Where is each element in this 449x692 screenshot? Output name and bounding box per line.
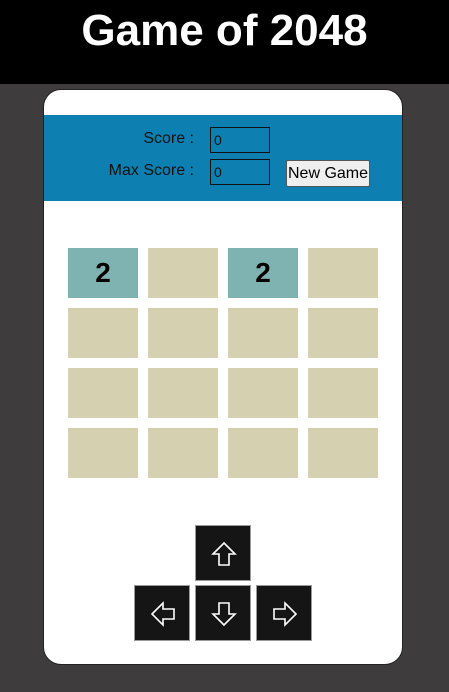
move-left-button[interactable] (134, 585, 190, 641)
score-field[interactable] (210, 127, 270, 153)
move-right-button[interactable] (256, 585, 312, 641)
board-cell-r4-c1 (68, 428, 138, 478)
arrow-down-icon (211, 602, 237, 627)
board-cell-r1-c4 (308, 248, 378, 298)
game-board: 2 2 (68, 248, 378, 478)
board-cell-r2-c4 (308, 308, 378, 358)
game-title: Game of 2048 (81, 6, 368, 55)
board-cell-r3-c2 (148, 368, 218, 418)
move-up-button[interactable] (195, 525, 251, 581)
board-cell-r2-c2 (148, 308, 218, 358)
board-cell-r2-c3 (228, 308, 298, 358)
max-score-field[interactable] (210, 159, 270, 185)
board-cell-r3-c1 (68, 368, 138, 418)
max-score-label: Max Score : (108, 162, 194, 179)
move-down-button[interactable] (195, 585, 251, 641)
arrow-left-icon (150, 601, 175, 627)
board-cell-r1-c2 (148, 248, 218, 298)
score-header: Score : Max Score : New Game (44, 115, 402, 201)
board-cell-r1-c3: 2 (228, 248, 298, 298)
board-cell-r3-c4 (308, 368, 378, 418)
arrow-up-icon (211, 541, 237, 566)
game-panel: Score : Max Score : New Game 2 2 (43, 89, 403, 665)
board-cell-r4-c3 (228, 428, 298, 478)
board-cell-r2-c1 (68, 308, 138, 358)
score-label: Score : (143, 130, 194, 147)
arrow-right-icon (273, 601, 298, 627)
board-cell-r1-c1: 2 (68, 248, 138, 298)
title-bar: Game of 2048 (0, 0, 449, 84)
board-cell-r4-c2 (148, 428, 218, 478)
board-cell-r3-c3 (228, 368, 298, 418)
board-cell-r4-c4 (308, 428, 378, 478)
new-game-button[interactable]: New Game (286, 160, 370, 187)
